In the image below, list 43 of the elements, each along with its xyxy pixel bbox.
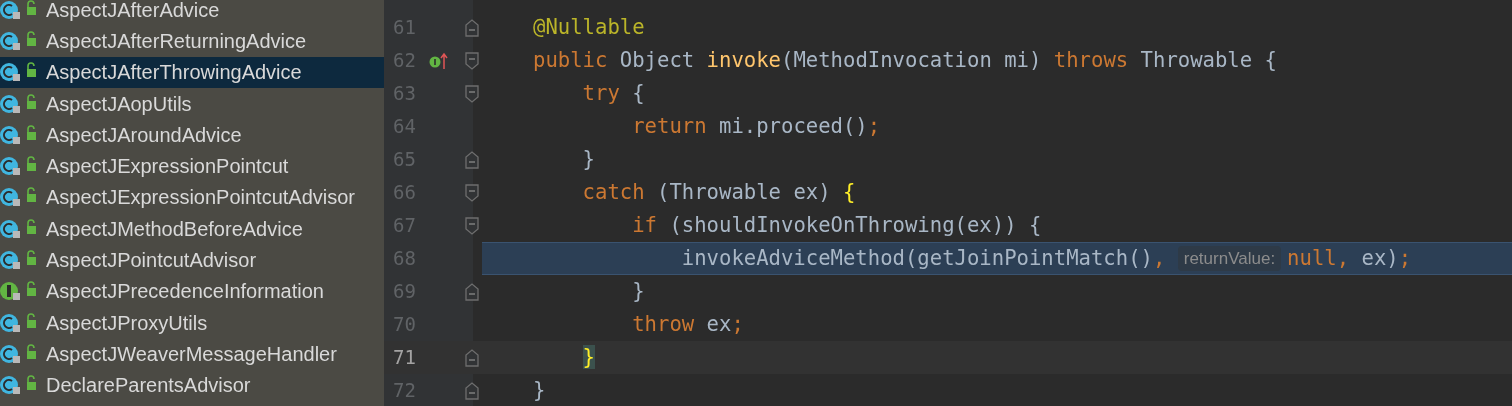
code-line: } bbox=[532, 377, 547, 405]
class-name: AspectJMethodBeforeAdvice bbox=[46, 216, 303, 242]
line-number: 71 bbox=[392, 345, 416, 371]
class-name: AspectJProxyUtils bbox=[46, 310, 208, 336]
class-name: AspectJAopUtils bbox=[46, 91, 192, 117]
tree-item[interactable]: AspectJAroundAdvice bbox=[0, 119, 384, 151]
fold-icon[interactable] bbox=[464, 347, 480, 368]
fold-icon[interactable] bbox=[464, 215, 480, 236]
code-line: @Nullable bbox=[532, 14, 646, 42]
class-name: AspectJWeaverMessageHandler bbox=[46, 341, 337, 367]
code-line: return mi.proceed(); bbox=[631, 113, 882, 141]
fold-icon[interactable] bbox=[464, 83, 480, 104]
tree-item[interactable]: AspectJPrecedenceInformation bbox=[0, 275, 384, 307]
tree-item[interactable]: AspectJPointcutAdvisor bbox=[0, 244, 384, 276]
class-name: AspectJExpressionPointcutAdvisor bbox=[46, 185, 356, 211]
tree-item[interactable]: AspectJWeaverMessageHandler bbox=[0, 338, 384, 370]
code-line: } bbox=[631, 278, 646, 306]
code-line: catch (Throwable ex) { bbox=[581, 179, 857, 207]
override-method-icon[interactable] bbox=[429, 50, 449, 71]
code-line: if (shouldInvokeOnThrowing(ex)) { bbox=[631, 212, 1043, 240]
fold-icon[interactable] bbox=[464, 182, 480, 203]
tree-item[interactable]: AspectJExpressionPointcutAdvisor bbox=[0, 181, 384, 214]
class-name: AspectJAfterReturningAdvice bbox=[46, 28, 307, 54]
class-name: AspectJAroundAdvice bbox=[46, 122, 242, 148]
tree-item[interactable]: AspectJAfterReturningAdvice bbox=[0, 25, 384, 57]
class-name: AspectJExpressionPointcut bbox=[46, 154, 289, 180]
class-name: AspectJAfterThrowingAdvice bbox=[46, 60, 302, 86]
tree-item[interactable]: AspectJMethodBeforeAdvice bbox=[0, 213, 384, 245]
class-name: DeclareParentsAdvisor bbox=[46, 373, 251, 399]
tree-item[interactable]: DeclareParentsAdvisor bbox=[0, 369, 384, 401]
class-name: AspectJPrecedenceInformation bbox=[46, 279, 324, 305]
tree-item[interactable]: AspectJProxyUtils bbox=[0, 306, 384, 339]
code-line: public Object invoke(MethodInvocation mi) throws Throwable { bbox=[532, 47, 1278, 75]
fold-icon[interactable] bbox=[464, 50, 480, 71]
tree-item[interactable]: AspectJAfterThrowingAdvice bbox=[0, 56, 384, 88]
class-name: AspectJAfterAdvice bbox=[46, 0, 220, 23]
tree-item[interactable]: AspectJAopUtils bbox=[0, 87, 384, 120]
code-line: try { bbox=[581, 80, 646, 108]
class-name: AspectJPointcutAdvisor bbox=[46, 248, 257, 273]
tree-item[interactable]: AspectJExpressionPointcut bbox=[0, 150, 384, 182]
code-line: throw ex; bbox=[631, 311, 745, 339]
code-line: } bbox=[581, 146, 596, 174]
tree-item[interactable]: AspectJAfterAdvice bbox=[0, 0, 384, 26]
